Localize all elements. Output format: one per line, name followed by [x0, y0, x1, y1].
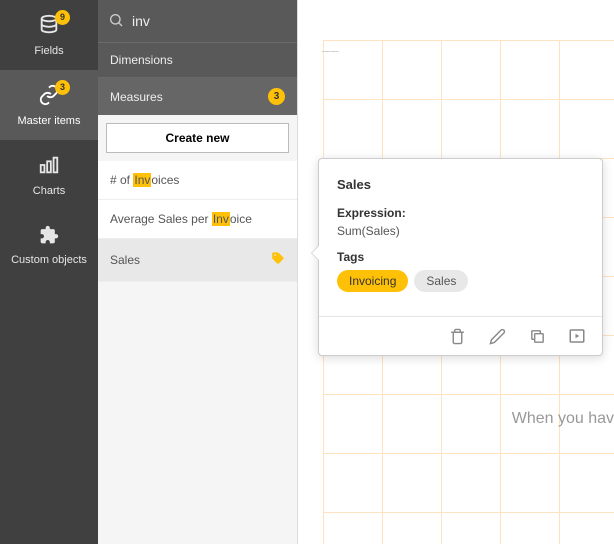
- measure-item[interactable]: Sales: [98, 239, 297, 282]
- canvas-dash: __: [322, 36, 340, 52]
- delete-icon[interactable]: [446, 325, 468, 347]
- measures-list: # of Invoices Average Sales per Invoice Sa…: [98, 161, 297, 282]
- nav-custom-label: Custom objects: [11, 254, 87, 266]
- measure-item[interactable]: # of Invoices: [98, 161, 297, 200]
- popup-title: Sales: [337, 177, 584, 192]
- bar-chart-icon: [38, 154, 60, 179]
- tag-icon: [271, 251, 285, 269]
- nav-master-badge: 3: [55, 80, 70, 95]
- popup-footer: [319, 316, 602, 355]
- nav-fields-badge: 9: [55, 10, 70, 25]
- measure-item[interactable]: Average Sales per Invoice: [98, 200, 297, 239]
- search-row: ✕: [98, 0, 297, 42]
- left-nav: 9 Fields 3 Master items Charts Custom ob…: [0, 0, 98, 544]
- nav-master-label: Master items: [18, 115, 81, 127]
- measure-item-label: # of Invoices: [110, 173, 179, 187]
- nav-charts[interactable]: Charts: [0, 140, 98, 210]
- search-input[interactable]: [132, 13, 313, 29]
- popup-tags-row: Invoicing Sales: [337, 270, 584, 292]
- assets-panel: ✕ Dimensions Measures 3 Create new # of …: [98, 0, 298, 544]
- nav-fields-label: Fields: [34, 45, 63, 57]
- measure-item-label: Average Sales per Invoice: [110, 212, 252, 226]
- dimensions-label: Dimensions: [110, 53, 173, 67]
- search-icon: [108, 12, 124, 31]
- tag-chip[interactable]: Invoicing: [337, 270, 408, 292]
- puzzle-icon: [39, 225, 59, 248]
- duplicate-icon[interactable]: [526, 325, 548, 347]
- section-measures[interactable]: Measures 3: [98, 77, 297, 115]
- nav-master-items[interactable]: 3 Master items: [0, 70, 98, 140]
- measure-item-label: Sales: [110, 253, 140, 267]
- popup-expression-value: Sum(Sales): [337, 224, 584, 238]
- create-new-button[interactable]: Create new: [106, 123, 289, 153]
- nav-fields[interactable]: 9 Fields: [0, 0, 98, 70]
- measures-count-badge: 3: [268, 88, 285, 105]
- measure-details-popup: Sales Expression: Sum(Sales) Tags Invoic…: [318, 158, 603, 356]
- nav-charts-label: Charts: [33, 185, 65, 197]
- popup-tags-label: Tags: [337, 250, 584, 264]
- section-dimensions[interactable]: Dimensions: [98, 42, 297, 77]
- nav-custom-objects[interactable]: Custom objects: [0, 210, 98, 280]
- popup-expression-label: Expression:: [337, 206, 584, 220]
- open-editor-icon[interactable]: [566, 325, 588, 347]
- edit-icon[interactable]: [486, 325, 508, 347]
- link-icon: 3: [38, 84, 60, 109]
- canvas-placeholder: When you hav: [512, 410, 614, 428]
- measures-label: Measures: [110, 90, 163, 104]
- database-icon: 9: [38, 14, 60, 39]
- tag-chip[interactable]: Sales: [414, 270, 468, 292]
